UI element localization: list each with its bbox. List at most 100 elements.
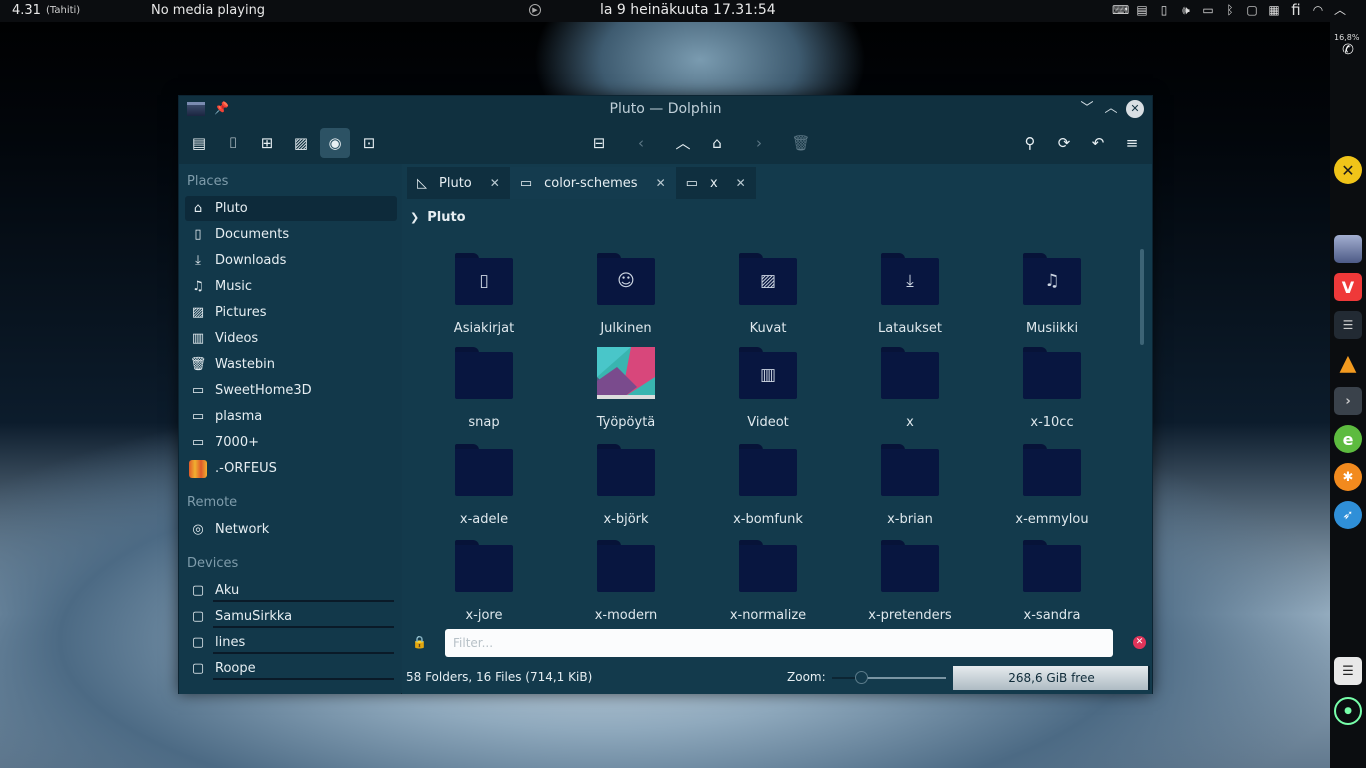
maximize-button[interactable]: ︿ (1102, 100, 1120, 118)
undo-icon[interactable]: ↶ (1083, 128, 1113, 158)
file-item[interactable]: ▥ Videot (703, 343, 833, 437)
weather-temperature[interactable]: 4.31 (12, 3, 41, 18)
volume-icon[interactable]: 🕪 (1178, 2, 1194, 18)
tab-close-icon[interactable]: ✕ (490, 176, 500, 190)
eye-icon[interactable]: ◉ (320, 128, 350, 158)
tab-close-icon[interactable]: ✕ (656, 176, 666, 190)
forward-icon[interactable]: › (744, 128, 774, 158)
file-item[interactable]: x-brian (845, 440, 975, 534)
minimize-button[interactable]: ﹀ (1078, 100, 1096, 118)
preview-icon[interactable]: ▨ (286, 128, 316, 158)
sidebar-item-videos[interactable]: ▥ Videos (185, 326, 397, 351)
panels-icon[interactable]: ▤ (184, 128, 214, 158)
clipboard-icon[interactable]: ▤ (1134, 2, 1150, 18)
filter-input[interactable] (445, 629, 1113, 657)
sidebar-item-pictures[interactable]: ▨ Pictures (185, 300, 397, 325)
split-icon[interactable]: ⊟ (584, 128, 614, 158)
file-item[interactable]: x-bomfunk (703, 440, 833, 534)
file-item[interactable]: ☺ Julkinen (561, 249, 691, 343)
close-button[interactable]: ✕ (1126, 100, 1144, 118)
terminal-icon[interactable]: ⌷ (218, 128, 248, 158)
mixer-icon[interactable]: ☰ (1334, 311, 1362, 339)
file-item[interactable]: x-sandra (987, 536, 1117, 625)
zoom-slider-handle[interactable] (854, 671, 868, 684)
keyboard-layout[interactable]: fi (1288, 2, 1304, 18)
file-item[interactable]: x-adele (419, 440, 549, 534)
sidebar-item-7000[interactable]: ▭ 7000+ (185, 430, 397, 455)
up-icon[interactable]: ︿ (668, 128, 698, 158)
file-item[interactable]: x (845, 343, 975, 437)
tab-color-schemes[interactable]: ▭ color-schemes ✕ (509, 167, 676, 199)
lock-icon[interactable]: ▢ (1244, 2, 1260, 18)
terminal-icon[interactable]: › (1334, 387, 1362, 415)
file-item[interactable]: ▨ Kuvat (703, 249, 833, 343)
sidebar-item-plasma[interactable]: ▭ plasma (185, 404, 397, 429)
clock[interactable]: la 9 heinäkuuta 17.31:54 (600, 2, 776, 18)
phone-icon[interactable]: ▯ (1156, 2, 1172, 18)
chevron-right-icon[interactable]: ❯ (410, 211, 419, 224)
keyboard-icon[interactable]: ⌨ (1112, 2, 1129, 18)
vivaldi-icon[interactable]: V (1334, 273, 1362, 301)
file-item[interactable]: x-10cc (987, 343, 1117, 437)
file-label: x (906, 415, 914, 430)
sidebar-item-lines[interactable]: ▢ lines (185, 630, 397, 655)
wifi-icon[interactable]: ◠ (1310, 2, 1326, 18)
scrollbar[interactable] (1140, 249, 1144, 345)
editor-icon[interactable]: e (1334, 425, 1362, 453)
sidebar-item-sweethome3d[interactable]: ▭ SweetHome3D (185, 378, 397, 403)
zoom-slider[interactable] (832, 671, 946, 684)
tab-pluto[interactable]: ◺ Pluto ✕ (407, 167, 510, 199)
search-icon[interactable]: ⚲ (1015, 128, 1045, 158)
file-item[interactable]: x-jore (419, 536, 549, 625)
file-item[interactable]: snap (419, 343, 549, 437)
file-item[interactable]: x-emmylou (987, 440, 1117, 534)
file-item[interactable]: x-björk (561, 440, 691, 534)
sidebar-item-aku[interactable]: ▢ Aku (185, 578, 397, 603)
file-item[interactable]: x-modern (561, 536, 691, 625)
bird-icon[interactable]: ➶ (1334, 501, 1362, 529)
system-monitor-icon[interactable]: ● (1334, 697, 1362, 725)
clear-filter-icon[interactable]: ✕ (1133, 636, 1146, 649)
sidebar-item-music[interactable]: ♫ Music (185, 274, 397, 299)
menu-icon[interactable]: ≡ (1117, 128, 1147, 158)
tab-x[interactable]: ▭ x ✕ (675, 167, 756, 199)
new-tab-icon[interactable]: ⊡ (354, 128, 384, 158)
phone-icon[interactable]: ✆ (1334, 36, 1362, 64)
tab-close-icon[interactable]: ✕ (736, 176, 746, 190)
free-space-bar[interactable]: 268,6 GiB free (953, 666, 1150, 690)
file-item[interactable]: ⤓ Lataukset (845, 249, 975, 343)
trash-icon[interactable]: 🗑 (786, 128, 816, 158)
file-item[interactable]: ♫ Musiikki (987, 249, 1117, 343)
media-status[interactable]: No media playing (151, 3, 265, 18)
files-icon[interactable] (1334, 235, 1362, 263)
sidebar-item-documents[interactable]: ▯ Documents (185, 222, 397, 247)
sidebar-item-network[interactable]: ◎ Network (185, 517, 397, 542)
home-icon[interactable]: ⌂ (702, 128, 732, 158)
vlc-icon[interactable]: ▲ (1334, 349, 1362, 377)
menu-expand-icon[interactable]: ︿ (1332, 2, 1348, 18)
breadcrumb-item[interactable]: Pluto (427, 210, 465, 225)
lock-icon[interactable]: 🔒 (412, 635, 427, 649)
bluetooth-icon[interactable]: ᛒ (1222, 2, 1238, 18)
sidebar-item-downloads[interactable]: ⤓ Downloads (185, 248, 397, 273)
sidebar-item-samusirkka[interactable]: ▢ SamuSirkka (185, 604, 397, 629)
display-icon[interactable]: ▭ (1200, 2, 1216, 18)
titlebar[interactable]: 📌 Pluto — Dolphin ﹀ ︿ ✕ (179, 96, 1152, 124)
sidebar-item-orfeus[interactable]: .-ORFEUS (185, 456, 397, 481)
file-item[interactable]: ▯ Asiakirjat (419, 249, 549, 343)
x-app-icon[interactable]: ✕ (1334, 156, 1362, 184)
file-item[interactable]: Työpöytä (561, 343, 691, 437)
new-window-icon[interactable]: ⊞ (252, 128, 282, 158)
file-item[interactable]: x-pretenders (845, 536, 975, 625)
sidebar-item-pluto[interactable]: ⌂ Pluto (185, 196, 397, 221)
back-icon[interactable]: ‹ (626, 128, 656, 158)
play-icon[interactable]: ▶ (529, 4, 541, 16)
notes-icon[interactable]: ▦ (1266, 2, 1282, 18)
file-item[interactable]: x-normalize (703, 536, 833, 625)
sidebar-item-wastebin[interactable]: 🗑 Wastebin (185, 352, 397, 377)
orange-icon[interactable]: ✱ (1334, 463, 1362, 491)
notes-icon[interactable]: ☰ (1334, 657, 1362, 685)
sidebar-item-roope[interactable]: ▢ Roope (185, 656, 397, 681)
reload-icon[interactable]: ⟳ (1049, 128, 1079, 158)
breadcrumb[interactable]: ❯ Pluto (410, 210, 466, 225)
